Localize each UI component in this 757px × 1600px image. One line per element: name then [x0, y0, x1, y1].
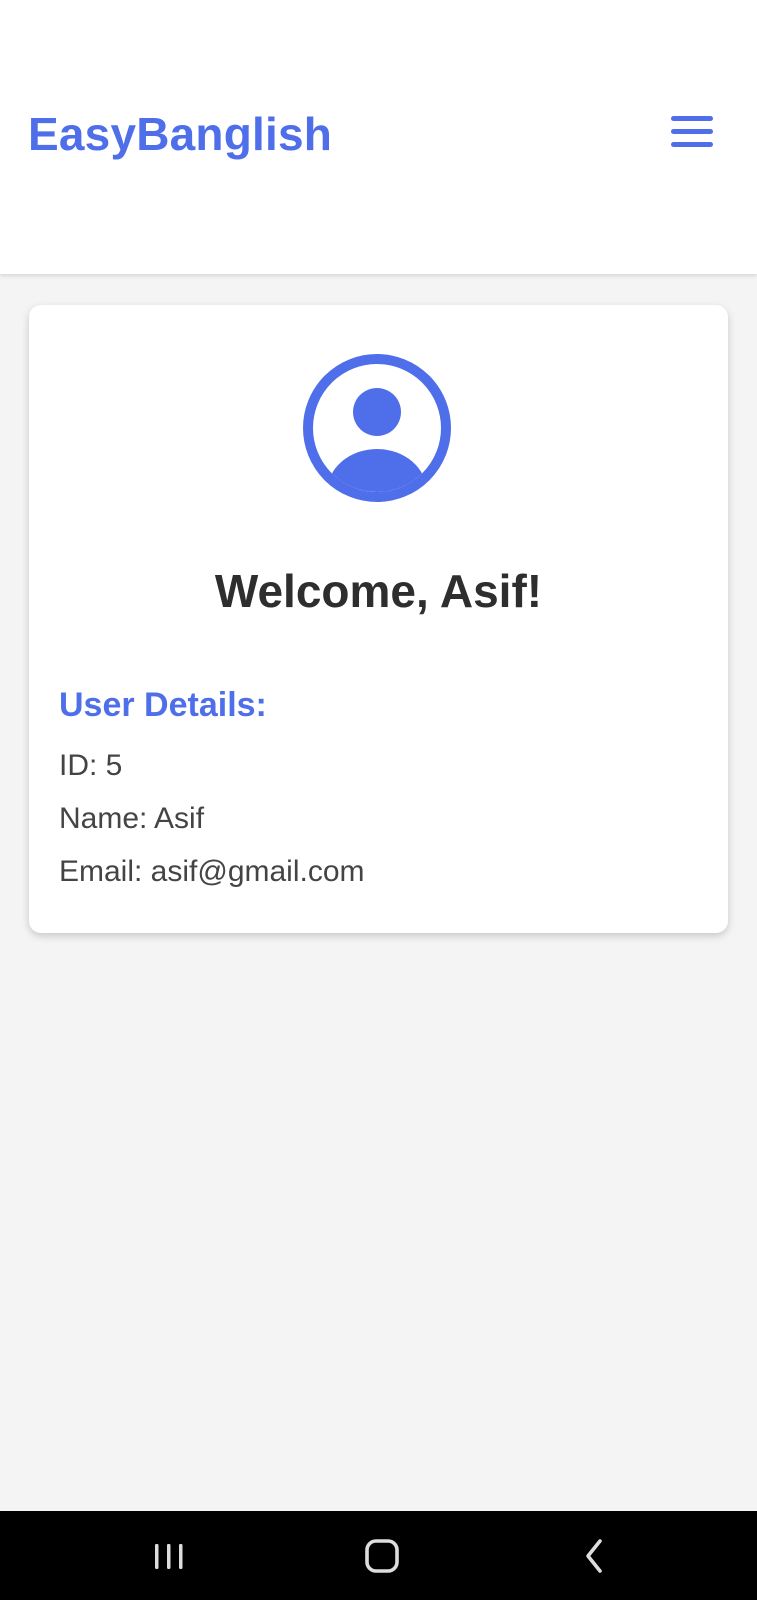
back-icon[interactable]: [564, 1529, 624, 1583]
menu-button[interactable]: [668, 112, 716, 152]
menu-bar-middle: [671, 129, 713, 134]
user-id: ID: 5: [59, 749, 123, 782]
home-icon[interactable]: [352, 1529, 412, 1583]
app-title[interactable]: EasyBanglish: [28, 106, 332, 162]
app-header: EasyBanglish: [0, 0, 757, 274]
menu-bar-bottom: [671, 142, 713, 147]
menu-bar-top: [671, 116, 713, 121]
welcome-heading: Welcome, Asif!: [214, 565, 543, 617]
recent-apps-icon[interactable]: [140, 1529, 200, 1583]
profile-card: Welcome, Asif! User Details: ID: 5 Name:…: [29, 305, 728, 933]
system-navigation-bar: [0, 1511, 757, 1600]
user-name: Name: Asif: [59, 802, 205, 835]
user-avatar-icon: [303, 354, 451, 502]
avatar-head: [353, 388, 401, 436]
user-email: Email: asif@gmail.com: [59, 855, 365, 888]
user-details-heading: User Details:: [59, 686, 267, 724]
